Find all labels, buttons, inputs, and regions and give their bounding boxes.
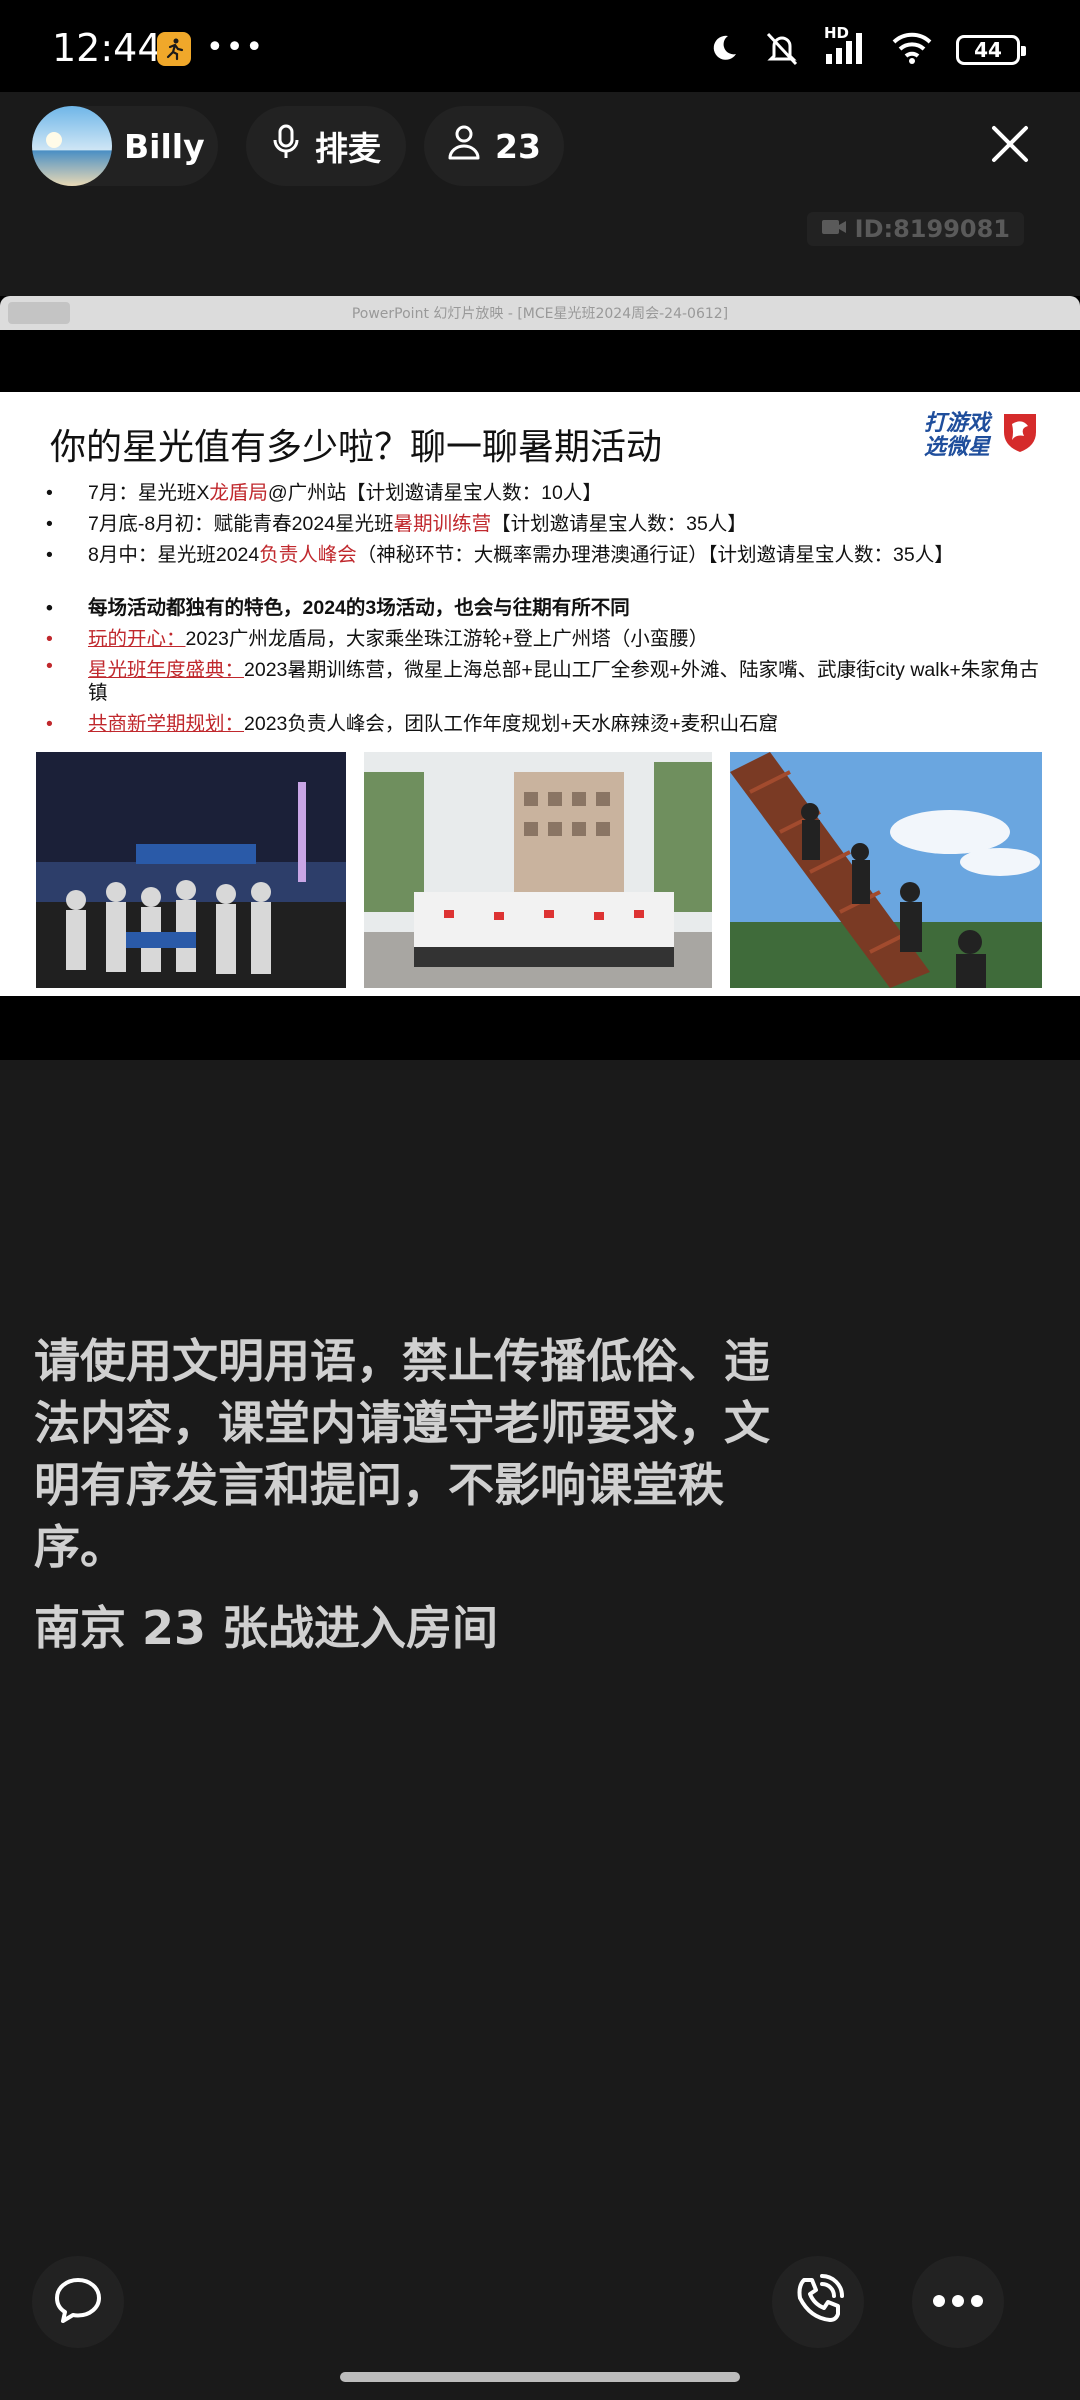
campus-group-photo [364,752,712,988]
battery-icon: 44 [956,35,1026,65]
mic-queue-label: 排麦 [315,129,381,168]
avatar[interactable] [32,106,112,186]
list-item: 玩的开心：2023广州龙盾局，大家乘坐珠江游轮+登上广州塔（小蛮腰） [46,624,1056,655]
close-icon [990,124,1030,168]
presentation-slide: 你的星光值有多少啦？聊一聊暑期活动 打游戏 选微星 7月：星光班X龙盾局@广州站… [0,392,1080,996]
chat-button[interactable] [32,2256,124,2348]
room-id-badge: ID:8199081 [806,212,1024,246]
powerpoint-window-title: PowerPoint 幻灯片放映 - [MCE星光班2024周会-24-0612… [351,306,729,322]
network-label: HD [824,24,850,42]
list-item: 8月中：星光班2024负责人峰会（神秘环节：大概率需办理港澳通行证）【计划邀请星… [46,540,1056,571]
audience-count: 23 [495,126,541,166]
microphone-icon [271,124,301,168]
room-id: ID:8199081 [854,215,1010,243]
wifi-icon [890,30,934,70]
mic-queue-button[interactable]: 排麦 [246,106,406,186]
voice-call-button[interactable] [772,2256,864,2348]
mountain-stairs-group-photo [730,752,1042,988]
audience-count-button[interactable]: 23 [424,106,564,186]
dragon-shield-icon [1000,410,1040,459]
logo-line-1: 打游戏 [923,409,990,435]
host-name: Billy [124,126,205,166]
system-rules-message: 请使用文明用语，禁止传播低俗、违法内容，课堂内请遵守老师要求，文明有序发言和提问… [34,1334,770,1574]
msi-logo: 打游戏 选微星 [924,410,1040,459]
slide-photos [36,752,1046,988]
chat-bubble-icon [52,2274,104,2330]
logo-line-2: 选微星 [923,433,990,459]
night-river-group-photo [36,752,346,988]
signal-icon: HD [824,24,868,70]
status-icons: HD 44 [708,24,1026,72]
user-joined-message: 南京 23 张战进入房间 [34,1601,499,1655]
powerpoint-titlebar: PowerPoint 幻灯片放映 - [MCE星光班2024周会-24-0612… [0,296,1080,330]
status-more-dots: ••• [206,30,266,65]
more-icon [932,2293,984,2312]
slide-title: 你的星光值有多少啦？聊一聊暑期活动 [50,426,663,467]
home-indicator[interactable] [340,2372,740,2382]
video-camera-icon [821,215,847,243]
host-profile-pill[interactable]: Billy [32,106,218,186]
status-bar: 12:44 ••• HD 44 [0,0,1080,92]
list-item: 每场活动都独有的特色，2024的3场活动，也会与往期有所不同 [46,593,1056,624]
list-item: 7月：星光班X龙盾局@广州站【计划邀请星宝人数：10人】 [46,478,1056,509]
close-button[interactable] [980,116,1040,176]
list-item: 7月底-8月初：赋能青春2024星光班暑期训练营【计划邀请星宝人数：35人】 [46,509,1056,540]
phone-call-icon [790,2272,846,2332]
room-header: Billy 排麦 23 [0,92,1080,210]
shared-screen[interactable]: PowerPoint 幻灯片放映 - [MCE星光班2024周会-24-0612… [0,296,1080,1060]
running-app-icon [157,32,191,66]
list-item: 共商新学期规划：2023负责人峰会，团队工作年度规划+天水麻辣烫+麦积山石窟 [46,709,1056,740]
moon-icon [708,32,740,68]
mute-icon [762,28,802,72]
slide-bullet-list: 7月：星光班X龙盾局@广州站【计划邀请星宝人数：10人】 7月底-8月初：赋能青… [46,478,1056,740]
more-options-button[interactable] [912,2256,1004,2348]
list-item: 星光班年度盛典：2023暑期训练营，微星上海总部+昆山工厂全参观+外滩、陆家嘴、… [46,655,1056,709]
status-time: 12:44 [52,26,162,70]
presenter-view-icon [8,302,70,324]
person-icon [447,124,481,168]
